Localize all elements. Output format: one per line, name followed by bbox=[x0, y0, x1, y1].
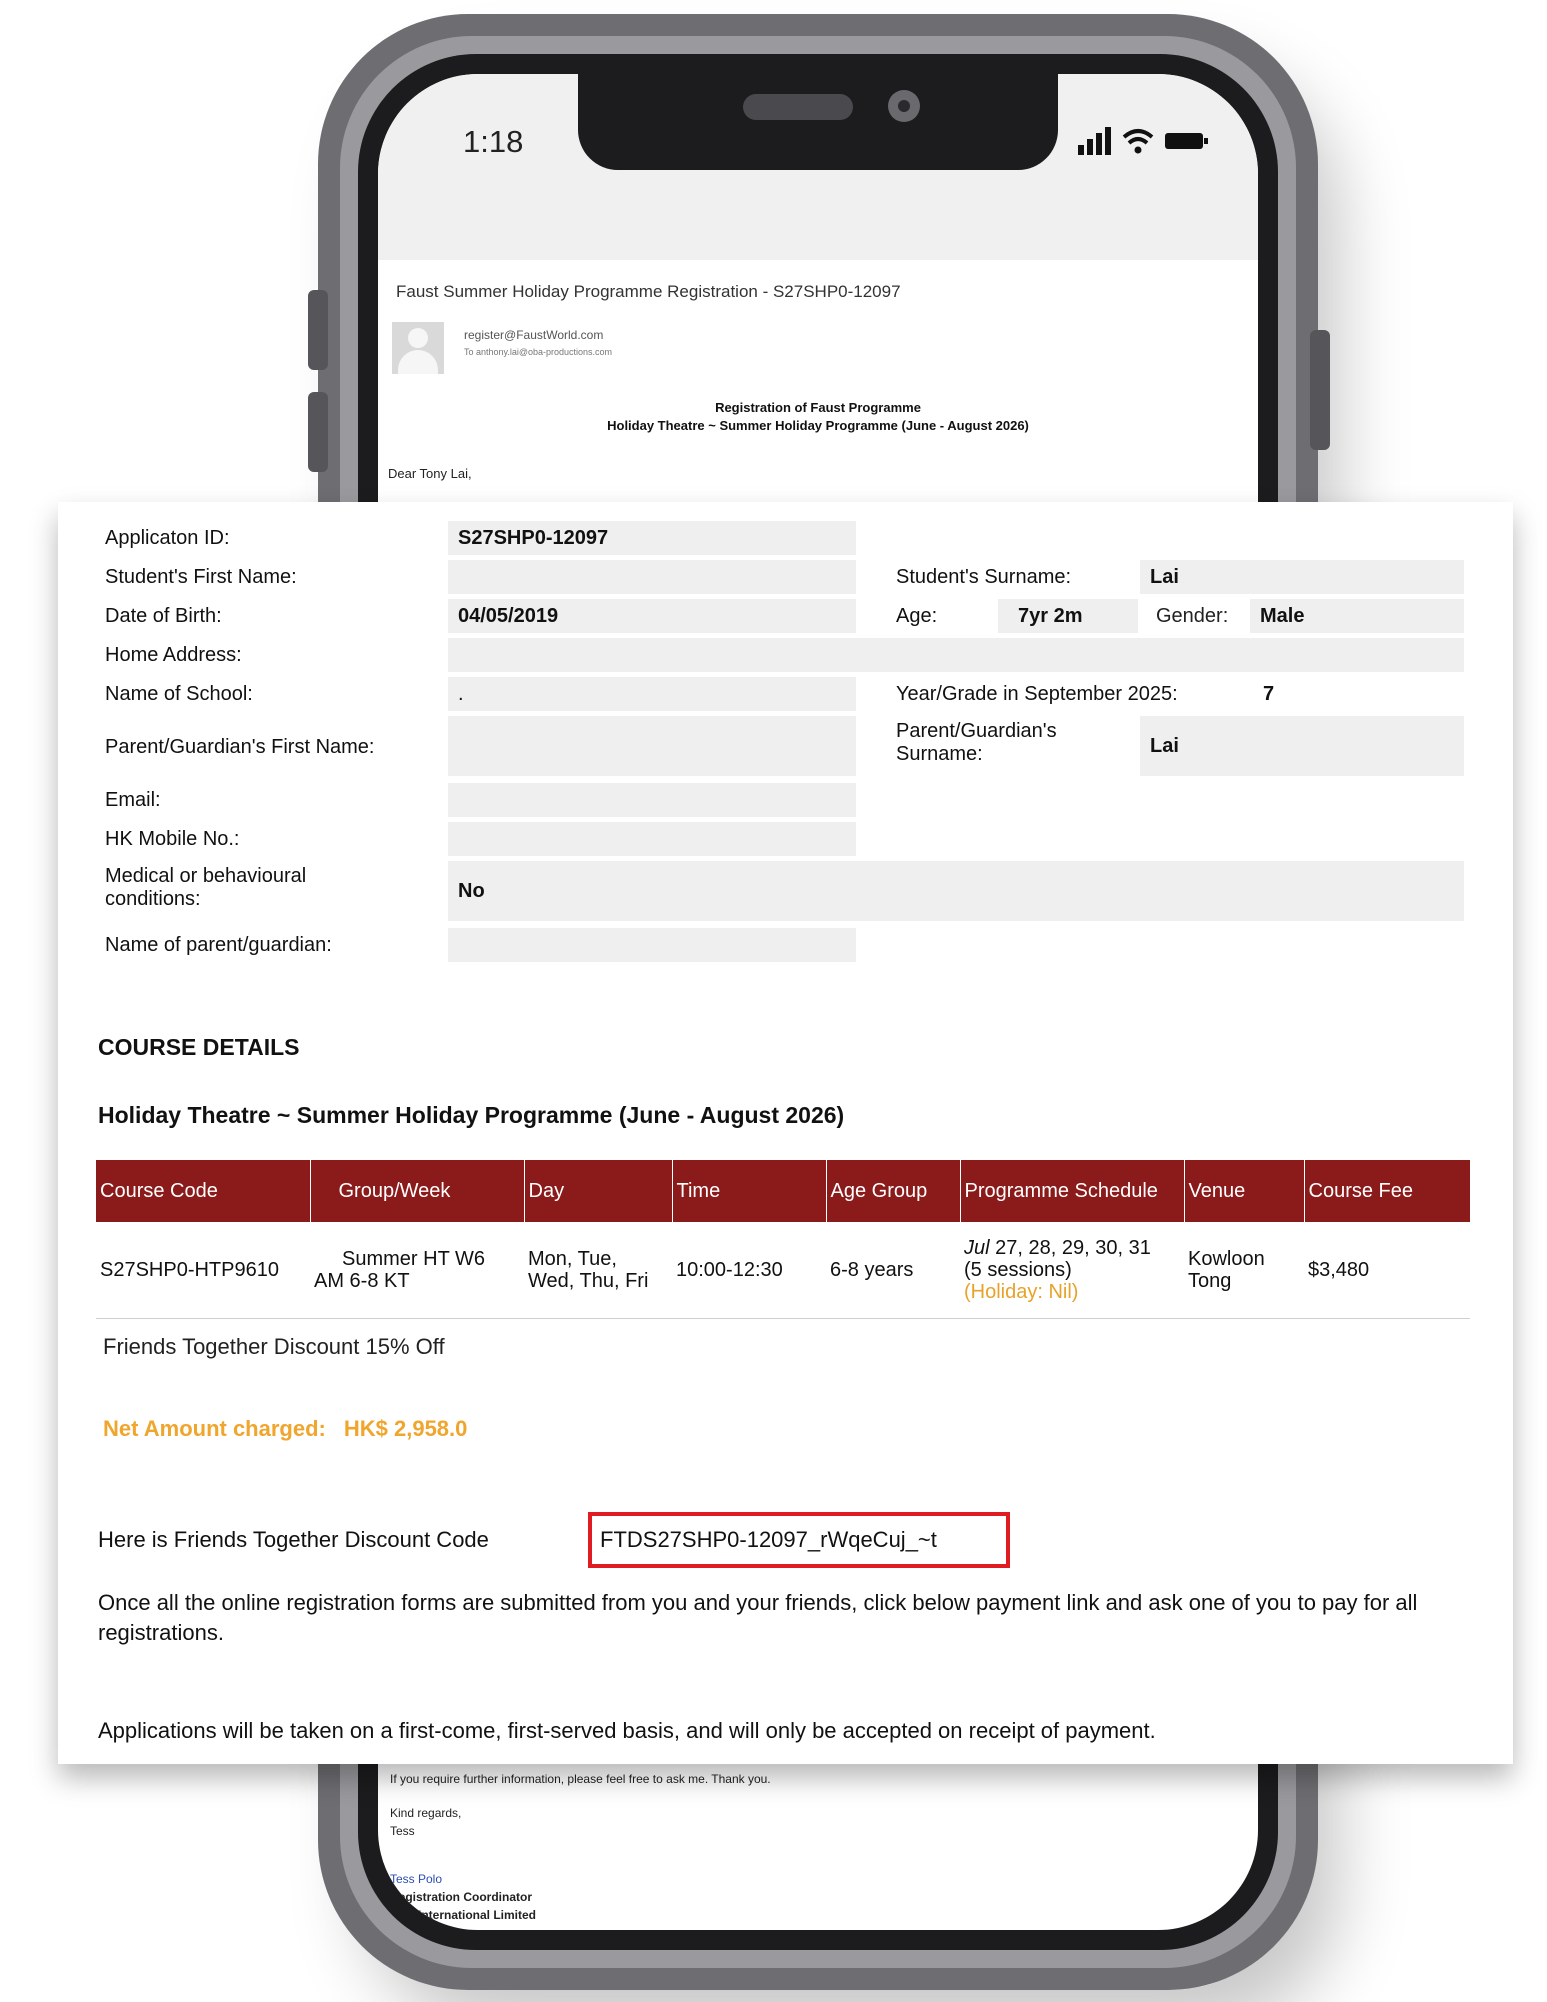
wifi-icon bbox=[1122, 129, 1154, 154]
gender-label: Gender: bbox=[1156, 605, 1229, 627]
email-heading-line1: Registration of Faust Programme bbox=[715, 400, 921, 415]
email-label: Email: bbox=[105, 789, 161, 811]
volume-up-button bbox=[308, 290, 328, 370]
battery-icon bbox=[1165, 133, 1208, 149]
age-value: 7yr 2m bbox=[998, 599, 1138, 633]
schedule-sessions: (5 sessions) bbox=[964, 1259, 1072, 1281]
front-camera bbox=[888, 90, 920, 122]
parent-first-name-label: Parent/Guardian's First Name: bbox=[105, 736, 375, 758]
age-group-cell: 6-8 years bbox=[826, 1222, 960, 1319]
header-day: Day bbox=[524, 1160, 673, 1222]
year-grade-label: Year/Grade in September 2025: bbox=[896, 683, 1178, 705]
email-to[interactable]: To anthony.lai@oba-productions.com bbox=[464, 347, 612, 357]
surname-label: Student's Surname: bbox=[896, 566, 1072, 588]
address-value bbox=[448, 638, 1464, 672]
friends-discount-line: Friends Together Discount 15% Off bbox=[103, 1334, 445, 1359]
programme-schedule-cell: Jul 27, 28, 29, 30, 31 (5 sessions) (Hol… bbox=[960, 1222, 1184, 1319]
group-week-line2: AM 6-8 KT bbox=[314, 1270, 410, 1292]
header-course-fee: Course Fee bbox=[1304, 1160, 1470, 1222]
guardian-name-label: Name of parent/guardian: bbox=[105, 934, 332, 956]
header-age-group: Age Group bbox=[826, 1160, 961, 1222]
discount-code-intro: Here is Friends Together Discount Code bbox=[98, 1527, 489, 1552]
time-cell: 10:00-12:30 bbox=[672, 1222, 826, 1319]
table-row: S27SHP0-HTP9610 Summer HT W6 AM 6-8 KT M… bbox=[96, 1222, 1470, 1319]
sender-avatar-icon bbox=[392, 322, 444, 374]
email-greeting: Dear Tony Lai, bbox=[388, 466, 472, 481]
group-week-line1: Summer HT W6 bbox=[342, 1248, 485, 1270]
email-sender-role: Registration Coordinator bbox=[390, 1890, 533, 1904]
email-from[interactable]: register@FaustWorld.com bbox=[464, 328, 603, 342]
phone-notch bbox=[578, 74, 1058, 170]
mobile-value bbox=[448, 822, 856, 856]
net-amount-label: Net Amount charged: bbox=[103, 1416, 326, 1441]
medical-value: No bbox=[448, 861, 1464, 921]
group-week-cell: Summer HT W6 AM 6-8 KT bbox=[310, 1222, 524, 1319]
application-id-label: Applicaton ID: bbox=[105, 527, 230, 549]
course-code-cell: S27SHP0-HTP9610 bbox=[96, 1222, 310, 1319]
header-course-code: Course Code bbox=[96, 1160, 311, 1222]
day-cell: Mon, Tue, Wed, Thu, Fri bbox=[524, 1222, 672, 1319]
speaker-grille bbox=[743, 94, 853, 120]
email-sender-short: Tess bbox=[390, 1824, 415, 1838]
address-label: Home Address: bbox=[105, 644, 242, 666]
mobile-label: HK Mobile No.: bbox=[105, 828, 240, 850]
header-programme-schedule: Programme Schedule bbox=[960, 1160, 1185, 1222]
email-sender-name[interactable]: Tess Polo bbox=[390, 1872, 442, 1886]
header-time: Time bbox=[672, 1160, 827, 1222]
programme-title: Holiday Theatre ~ Summer Holiday Program… bbox=[98, 1102, 845, 1128]
email-heading-line2: Holiday Theatre ~ Summer Holiday Program… bbox=[607, 418, 1029, 433]
surname-value: Lai bbox=[1140, 560, 1464, 594]
registration-details-card: Applicaton ID: S27SHP0-12097 Student's F… bbox=[58, 502, 1513, 1764]
school-value: . bbox=[448, 677, 856, 711]
parent-surname-value: Lai bbox=[1140, 716, 1464, 776]
discount-code-highlight[interactable]: FTDS27SHP0-12097_rWqeCuj_~t bbox=[588, 1512, 1010, 1568]
schedule-days: 27, 28, 29, 30, 31 bbox=[989, 1237, 1151, 1259]
medical-label: Medical or behavioural conditions: bbox=[105, 865, 307, 910]
year-grade-value: 7 bbox=[1263, 683, 1275, 705]
volume-down-button bbox=[308, 392, 328, 472]
day-line1: Mon, Tue, bbox=[528, 1248, 617, 1270]
dob-label: Date of Birth: bbox=[105, 605, 222, 627]
email-regards: Kind regards, bbox=[390, 1806, 462, 1820]
email-subject: Faust Summer Holiday Programme Registrat… bbox=[396, 282, 901, 301]
email-further-info: If you require further information, plea… bbox=[390, 1772, 771, 1786]
net-amount-value: HK$ 2,958.0 bbox=[343, 1416, 468, 1441]
status-icons bbox=[1078, 124, 1208, 158]
gender-value: Male bbox=[1250, 599, 1464, 633]
guardian-name-value bbox=[448, 928, 856, 962]
first-come-notice: Applications will be taken on a first-co… bbox=[98, 1718, 1156, 1743]
course-table: Course Code Group/Week Day Time Age Grou… bbox=[96, 1160, 1470, 1319]
power-button bbox=[1310, 330, 1330, 450]
dob-value: 04/05/2019 bbox=[448, 599, 856, 633]
age-label: Age: bbox=[896, 605, 938, 627]
course-details-heading: COURSE DETAILS bbox=[98, 1034, 300, 1060]
first-name-value bbox=[448, 560, 856, 594]
course-fee-cell: $3,480 bbox=[1304, 1222, 1470, 1319]
course-table-header: Course Code Group/Week Day Time Age Grou… bbox=[96, 1160, 1470, 1222]
parent-surname-label: Parent/Guardian's Surname: bbox=[896, 720, 1057, 765]
email-value bbox=[448, 783, 856, 817]
email-sender-company: International Limited bbox=[418, 1908, 537, 1922]
application-id-value: S27SHP0-12097 bbox=[448, 521, 856, 555]
schedule-holiday: (Holiday: Nil) bbox=[964, 1281, 1079, 1303]
first-name-label: Student's First Name: bbox=[105, 566, 297, 588]
payment-instructions: Once all the online registration forms a… bbox=[98, 1590, 1418, 1645]
day-line2: Wed, Thu, Fri bbox=[528, 1270, 649, 1292]
status-time: 1:18 bbox=[463, 124, 524, 159]
signal-icon bbox=[1078, 127, 1111, 155]
venue-cell: Kowloon Tong bbox=[1184, 1222, 1304, 1319]
header-venue: Venue bbox=[1184, 1160, 1305, 1222]
school-label: Name of School: bbox=[105, 683, 253, 705]
parent-first-name-value bbox=[448, 716, 856, 776]
venue-line1: Kowloon bbox=[1188, 1248, 1265, 1270]
net-amount: Net Amount charged: HK$ 2,958.0 bbox=[103, 1416, 467, 1442]
schedule-month: Jul bbox=[964, 1237, 990, 1259]
header-group-week: Group/Week bbox=[310, 1160, 525, 1222]
venue-line2: Tong bbox=[1188, 1270, 1232, 1292]
